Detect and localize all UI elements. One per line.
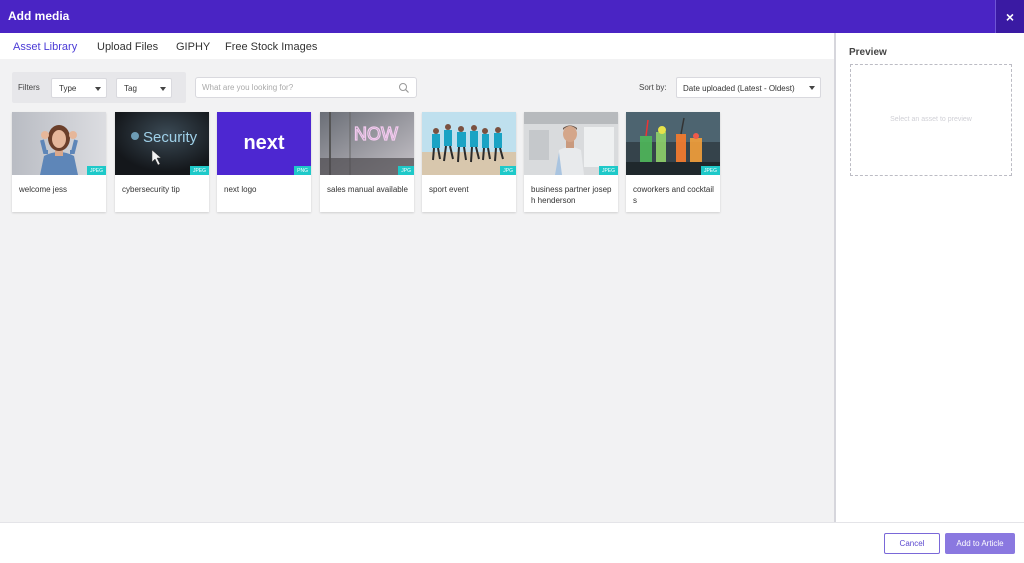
- search-icon[interactable]: [398, 82, 410, 94]
- next-logo-text: next: [243, 132, 284, 154]
- dialog-header: Add media ×: [0, 0, 1024, 33]
- preview-empty-text: Select an asset to preview: [890, 116, 972, 123]
- asset-card[interactable]: Security JPEG cybersecurity tip: [115, 112, 209, 212]
- format-badge: JPEG: [86, 166, 106, 175]
- asset-library-panel: Filters Type Tag Sort by: Date uploaded …: [0, 59, 834, 522]
- sort-dropdown[interactable]: Date uploaded (Latest - Oldest): [676, 77, 821, 98]
- svg-text:Security: Security: [143, 129, 198, 146]
- search-box: [195, 77, 417, 98]
- tab-giphy[interactable]: GIPHY: [176, 41, 210, 53]
- tab-upload-files[interactable]: Upload Files: [97, 41, 158, 53]
- asset-caption: cybersecurity tip: [122, 185, 180, 194]
- asset-card[interactable]: JPG sport event: [422, 112, 516, 212]
- asset-card[interactable]: JPEG business partner joseph henderson: [524, 112, 618, 212]
- asset-card[interactable]: JPEG welcome jess: [12, 112, 106, 212]
- asset-caption: next logo: [224, 185, 257, 194]
- next-logo-thumbnail: next PNG: [217, 112, 311, 175]
- asset-caption: sales manual available: [327, 185, 408, 194]
- asset-card[interactable]: next PNG next logo: [217, 112, 311, 212]
- sort-value: Date uploaded (Latest - Oldest): [683, 84, 795, 93]
- search-input[interactable]: [202, 80, 392, 95]
- dialog-footer: Cancel Add to Article: [0, 522, 1024, 563]
- security-screen-photo-thumbnail: Security JPEG: [115, 112, 209, 175]
- sort-label: Sort by:: [639, 83, 667, 92]
- filters-bar: Filters Type Tag: [12, 72, 186, 103]
- businessman-photo-thumbnail: JPEG: [524, 112, 618, 175]
- tag-filter-dropdown[interactable]: Tag: [116, 78, 172, 98]
- tab-asset-library[interactable]: Asset Library: [13, 41, 77, 53]
- dialog-title: Add media: [8, 9, 70, 23]
- runners-photo-thumbnail: JPG: [422, 112, 516, 175]
- format-badge: JPEG: [700, 166, 720, 175]
- neon-sign-text: NOW: [354, 124, 398, 144]
- close-button[interactable]: ×: [995, 0, 1024, 33]
- preview-panel: Preview Select an asset to preview: [834, 33, 1024, 522]
- woman-photo-thumbnail: JPEG: [12, 112, 106, 175]
- cocktails-photo-thumbnail: JPEG: [626, 112, 720, 175]
- asset-caption: business partner joseph henderson: [531, 185, 612, 205]
- format-badge: JPG: [500, 166, 516, 175]
- chevron-down-icon: [160, 87, 166, 91]
- asset-caption: sport event: [429, 185, 469, 194]
- type-filter-value: Type: [59, 84, 77, 93]
- format-badge: JPG: [398, 166, 414, 175]
- format-badge: PNG: [294, 166, 311, 175]
- format-badge: JPEG: [598, 166, 618, 175]
- asset-card[interactable]: NOW JPG sales manual available: [320, 112, 414, 212]
- tab-free-stock-images[interactable]: Free Stock Images: [225, 41, 317, 53]
- preview-box: Select an asset to preview: [850, 64, 1012, 176]
- format-badge: JPEG: [189, 166, 209, 175]
- add-to-article-button[interactable]: Add to Article: [945, 533, 1015, 554]
- preview-title: Preview: [849, 47, 887, 58]
- filters-label: Filters: [18, 83, 40, 92]
- tag-filter-value: Tag: [124, 84, 137, 93]
- asset-caption: coworkers and cocktails: [633, 185, 714, 205]
- media-tabs: Asset Library Upload Files GIPHY Free St…: [0, 33, 834, 59]
- close-icon: ×: [1005, 8, 1015, 25]
- neon-sign-photo-thumbnail: NOW JPG: [320, 112, 414, 175]
- chevron-down-icon: [95, 87, 101, 91]
- type-filter-dropdown[interactable]: Type: [51, 78, 107, 98]
- cancel-button[interactable]: Cancel: [884, 533, 940, 554]
- asset-caption: welcome jess: [19, 185, 68, 194]
- chevron-down-icon: [809, 86, 815, 90]
- asset-card[interactable]: JPEG coworkers and cocktails: [626, 112, 720, 212]
